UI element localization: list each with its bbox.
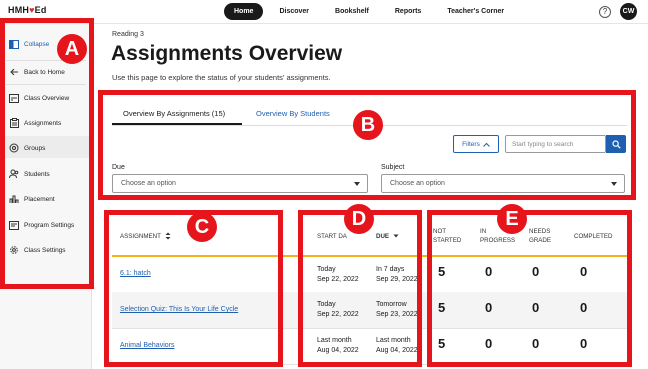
nav-teachers-corner[interactable]: Teacher's Corner: [437, 3, 514, 20]
annotation-box-e: [427, 210, 632, 367]
logo-suffix: Ed: [34, 5, 47, 15]
avatar[interactable]: CW: [620, 3, 637, 20]
main-nav: Home Discover Bookshelf Reports Teacher'…: [224, 3, 520, 20]
annotation-label-a: A: [57, 34, 87, 64]
annotation-label-b: B: [353, 110, 383, 140]
annotation-label-c: C: [187, 212, 217, 242]
nav-reports[interactable]: Reports: [385, 3, 431, 20]
help-icon[interactable]: ?: [599, 6, 611, 18]
nav-home[interactable]: Home: [224, 3, 264, 20]
nav-bookshelf[interactable]: Bookshelf: [325, 3, 379, 20]
breadcrumb[interactable]: Reading 3: [112, 31, 144, 38]
annotation-label-e: E: [497, 204, 527, 234]
top-nav-bar: HMH♥Ed Home Discover Bookshelf Reports T…: [0, 0, 648, 24]
page-title: Assignments Overview: [111, 42, 343, 65]
logo-text: HMH: [8, 5, 30, 15]
annotation-box-b: [98, 90, 636, 200]
hmh-ed-logo[interactable]: HMH♥Ed: [8, 5, 47, 15]
page-description: Use this page to explore the status of y…: [112, 73, 331, 82]
annotation-label-d: D: [344, 204, 374, 234]
nav-discover[interactable]: Discover: [269, 3, 319, 20]
